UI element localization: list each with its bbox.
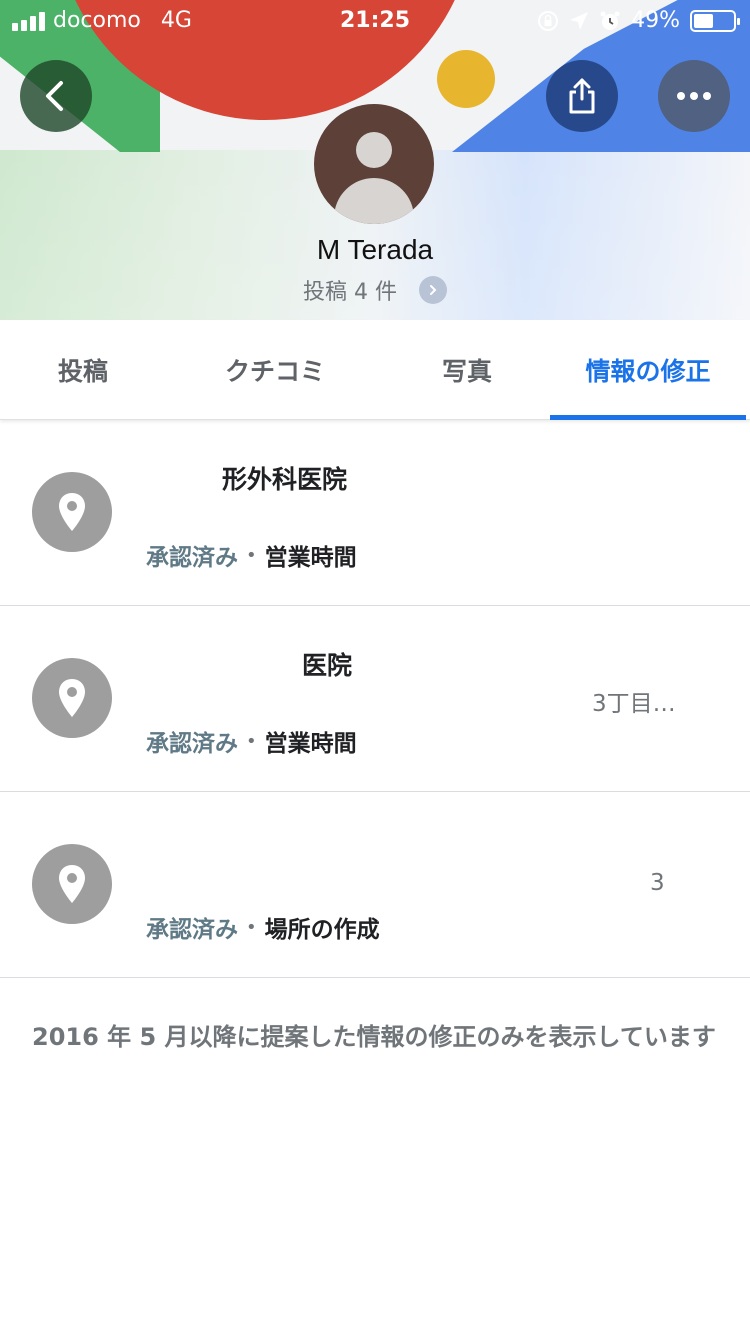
more-horizontal-icon <box>677 92 711 100</box>
orientation-lock-icon <box>538 10 559 31</box>
edit-type: 営業時間 <box>264 545 357 571</box>
edit-type: 場所の作成 <box>264 917 380 943</box>
post-count: 投稿 4 件 <box>303 280 397 305</box>
share-button[interactable] <box>546 60 618 132</box>
banner-yellow-shape <box>437 50 495 108</box>
place-name: 形外科医院 <box>222 465 348 494</box>
place-name: 医院 <box>302 651 353 680</box>
tab-posts[interactable]: 投稿 <box>0 320 166 420</box>
chevron-right-icon <box>418 276 447 304</box>
tab-bar: 投稿 クチコミ 写真 情報の修正 <box>0 320 750 420</box>
map-pin-icon <box>32 472 112 552</box>
status-bar: docomo 4G 21:25 49% <box>0 0 750 40</box>
avatar[interactable] <box>314 104 434 224</box>
back-button[interactable] <box>20 60 92 132</box>
share-icon <box>569 78 595 114</box>
profile-name: M Terada <box>316 234 434 265</box>
battery-icon <box>690 9 740 32</box>
post-count-link[interactable]: 投稿 4 件 <box>0 274 750 306</box>
battery-percent: 49% <box>631 8 680 33</box>
edits-list: 形外科医院 承認済み • 営業時間 医院 3丁目… 承認済み • 営業時間 3 <box>0 420 750 978</box>
chevron-left-icon <box>46 81 63 111</box>
status-badge: 承認済み <box>146 731 238 757</box>
map-pin-icon <box>32 844 112 924</box>
alarm-icon <box>600 11 620 30</box>
list-item[interactable]: 形外科医院 承認済み • 営業時間 <box>0 420 750 606</box>
tab-photos[interactable]: 写真 <box>384 320 550 420</box>
place-address: 3 <box>650 870 665 896</box>
status-badge: 承認済み <box>146 917 238 943</box>
tab-edits[interactable]: 情報の修正 <box>550 320 746 420</box>
list-item[interactable]: 3 承認済み • 場所の作成 <box>0 792 750 978</box>
map-pin-icon <box>32 658 112 738</box>
edit-type: 営業時間 <box>264 731 357 757</box>
more-button[interactable] <box>658 60 730 132</box>
list-item[interactable]: 医院 3丁目… 承認済み • 営業時間 <box>0 606 750 792</box>
location-arrow-icon <box>570 11 589 30</box>
place-address: 3丁目… <box>592 691 676 717</box>
tab-reviews[interactable]: クチコミ <box>166 320 384 420</box>
footer-note: 2016 年 5 月以降に提案した情報の修正のみを表示しています <box>32 1023 716 1051</box>
status-badge: 承認済み <box>146 545 238 571</box>
